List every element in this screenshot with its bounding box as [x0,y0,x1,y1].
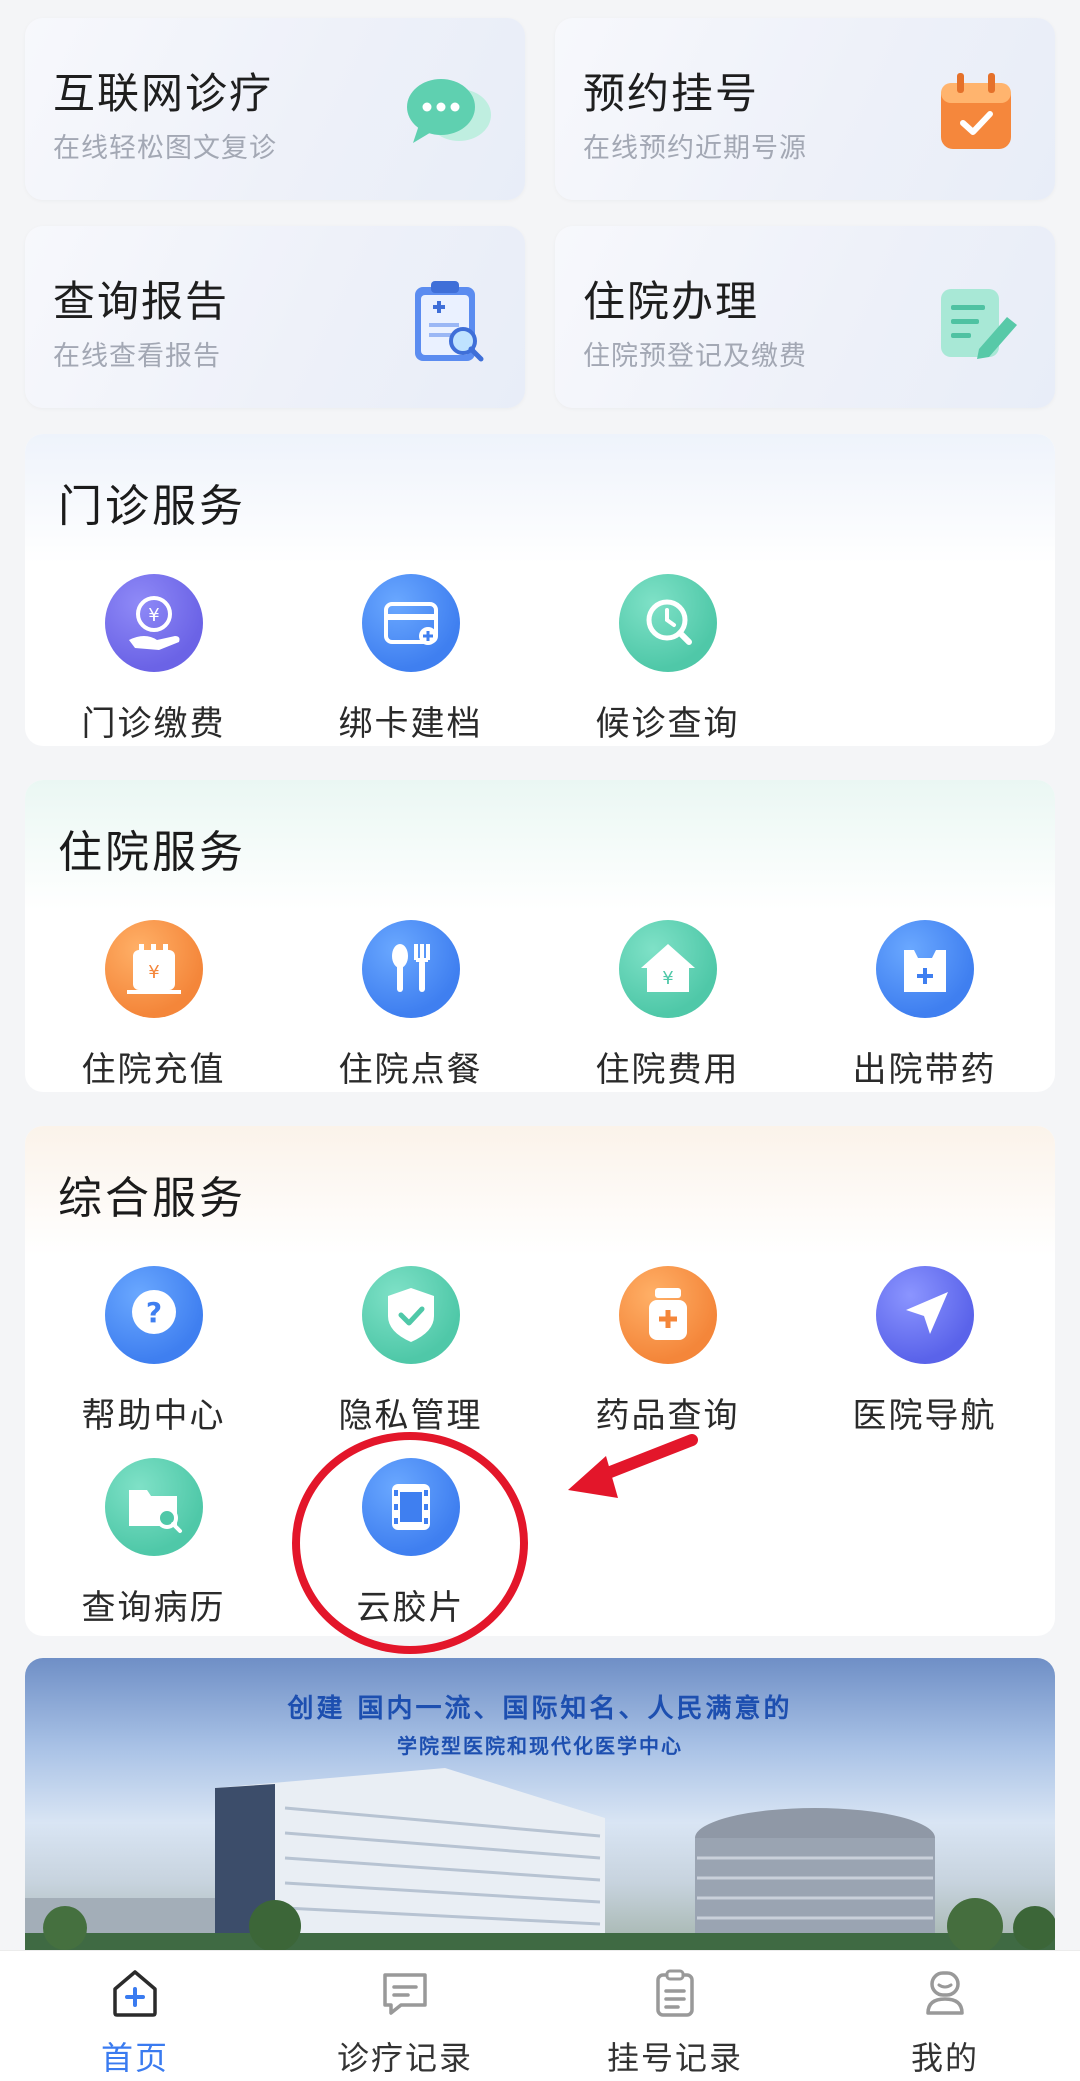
annotation-arrow [568,1434,698,1498]
quick-cards: 互联网诊疗 在线轻松图文复诊 预约挂号 在线预约近期号源 查询报告 在线查看报告… [25,18,1055,408]
message-icon [383,1973,427,2015]
tab-registration-records[interactable]: 挂号记录 [540,1951,810,2081]
payment-hand-icon: ¥ [105,574,203,672]
medicine-bottle-icon [619,1266,717,1364]
section-title: 门诊服务 [58,481,246,532]
home-page: 互联网诊疗 在线轻松图文复诊 预约挂号 在线预约近期号源 查询报告 在线查看报告… [0,0,1080,2081]
clipboard-icon [656,1969,694,2017]
service-label: 医院导航 [852,1396,997,1436]
tab-label: 首页 [100,2039,169,2077]
section-title: 综合服务 [58,1173,246,1224]
service-outpatient-payment[interactable]: ¥ 门诊缴费 [25,574,282,746]
inpatient-section: 住院服务 ¥ 住院充值 住院点餐 ¥ 住院费用 出院带药 [25,780,1055,1092]
outpatient-section: 门诊服务 ¥ 门诊缴费 绑卡建档 候诊查询 [25,434,1055,746]
section-title: 住院服务 [58,827,246,878]
chat-bubble-icon [407,79,491,143]
quick-card-title: 住院办理 [583,277,760,326]
quick-card-subtitle: 在线预约近期号源 [583,133,807,164]
quick-card-online-consult[interactable]: 互联网诊疗 在线轻松图文复诊 [25,18,525,200]
home-plus-icon [113,1970,157,2017]
tab-profile[interactable]: 我的 [810,1951,1080,2081]
service-label: 隐私管理 [338,1396,483,1436]
quick-card-title: 互联网诊疗 [53,69,274,118]
service-inpatient-recharge[interactable]: ¥ 住院充值 [25,920,282,1092]
bottom-tab-bar: 首页 诊疗记录 挂号记录 我的 [0,1950,1080,2081]
quick-card-title: 查询报告 [53,277,230,326]
medicine-bag-icon [876,920,974,1018]
tab-label: 我的 [910,2039,979,2077]
card-icon [362,574,460,672]
service-discharge-medicine[interactable]: 出院带药 [796,920,1053,1092]
hospital-building-image [25,1768,1055,1958]
quick-card-admission[interactable]: 住院办理 住院预登记及缴费 [555,226,1055,408]
svg-text:?: ? [146,1296,162,1329]
service-hospital-navigation[interactable]: 医院导航 [796,1266,1053,1466]
shield-check-icon [362,1266,460,1364]
quick-card-report[interactable]: 查询报告 在线查看报告 [25,226,525,408]
help-icon: ? [105,1266,203,1364]
fork-spoon-icon [362,920,460,1018]
service-label: 住院点餐 [338,1050,483,1090]
svg-text:¥: ¥ [662,968,673,989]
tab-label: 挂号记录 [606,2039,743,2077]
service-label: 候诊查询 [595,704,740,744]
service-inpatient-meal[interactable]: 住院点餐 [282,920,539,1092]
quick-card-appointment[interactable]: 预约挂号 在线预约近期号源 [555,18,1055,200]
service-label: 出院带药 [852,1050,997,1090]
service-label: 门诊缴费 [81,704,226,744]
quick-card-subtitle: 在线轻松图文复诊 [53,133,277,164]
queue-search-icon [619,574,717,672]
profile-icon [926,1971,964,2015]
service-label: 查询病历 [81,1588,226,1628]
service-label: 帮助中心 [81,1396,226,1436]
service-medical-records[interactable]: 查询病历 [25,1458,282,1636]
service-label: 绑卡建档 [338,704,483,744]
general-section: 综合服务 ? 帮助中心 隐私管理 药品查询 医院导航 查询病历 云胶片 [25,1126,1055,1636]
folder-search-icon [105,1458,203,1556]
svg-text:¥: ¥ [148,962,159,983]
report-search-icon [415,281,484,362]
service-bind-card[interactable]: 绑卡建档 [282,574,539,746]
service-inpatient-fees[interactable]: ¥ 住院费用 [539,920,796,1092]
service-help-center[interactable]: ? 帮助中心 [25,1266,282,1466]
quick-card-subtitle: 住院预登记及缴费 [583,341,807,372]
tab-treatment-records[interactable]: 诊疗记录 [270,1951,540,2081]
annotation-circle [292,1432,528,1654]
form-edit-icon [941,289,1017,359]
navigation-arrow-icon [876,1266,974,1364]
service-label: 住院充值 [81,1050,226,1090]
service-label: 住院费用 [595,1050,740,1090]
tab-label: 诊疗记录 [336,2039,473,2077]
service-queue-query[interactable]: 候诊查询 [539,574,796,746]
recharge-icon: ¥ [105,920,203,1018]
banner-slogan: 创建 国内一流、国际知名、人民满意的 [287,1694,793,1724]
svg-text:¥: ¥ [148,605,159,626]
quick-card-subtitle: 在线查看报告 [53,341,221,372]
calendar-icon [941,73,1011,149]
quick-card-title: 预约挂号 [583,69,760,118]
home-fee-icon: ¥ [619,920,717,1018]
tab-home[interactable]: 首页 [0,1951,270,2081]
hospital-banner[interactable]: 创建 国内一流、国际知名、人民满意的 学院型医院和现代化医学中心 [25,1658,1055,1958]
